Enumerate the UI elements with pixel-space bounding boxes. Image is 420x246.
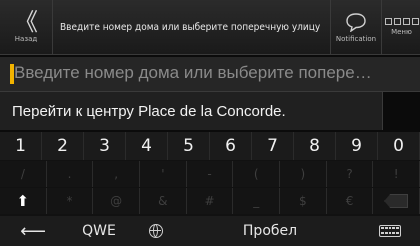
- globe-icon: [149, 224, 163, 238]
- key-asterisk[interactable]: *: [46, 188, 94, 214]
- cursor-left-key[interactable]: ⟵: [0, 216, 66, 246]
- key-7[interactable]: 7: [252, 132, 294, 160]
- language-key[interactable]: [132, 216, 180, 246]
- key-ampersand[interactable]: &: [140, 188, 187, 214]
- key-2[interactable]: 2: [42, 132, 84, 160]
- speech-bubble-icon: [346, 12, 366, 32]
- key-euro[interactable]: €: [326, 188, 374, 214]
- back-label: Назад: [14, 34, 38, 43]
- house-number-input[interactable]: Введите номер дома или выберите попере…: [0, 57, 420, 92]
- page-title: Введите номер дома или выберите поперечн…: [60, 21, 321, 33]
- notification-label: Notification: [335, 34, 377, 43]
- key-close-paren[interactable]: ): [280, 161, 327, 187]
- key-3[interactable]: 3: [84, 132, 126, 160]
- input-placeholder: Введите номер дома или выберите попере…: [14, 63, 372, 82]
- menu-grid-icon: [384, 18, 419, 25]
- key-apostrophe[interactable]: ': [140, 161, 187, 187]
- symbol-row-2: ⬆ * @ & # _ $ €: [0, 188, 420, 214]
- suggestion-text: Перейти к центру Place de la Concorde.: [12, 102, 286, 120]
- key-8[interactable]: 8: [294, 132, 336, 160]
- space-key[interactable]: Пробел: [180, 216, 360, 246]
- keyboard-icon: [379, 225, 401, 237]
- key-0[interactable]: 0: [378, 132, 420, 160]
- key-hash[interactable]: #: [186, 188, 234, 214]
- bottom-row: ⟵ QWE Пробел: [0, 216, 420, 246]
- key-1[interactable]: 1: [0, 132, 42, 160]
- address-entry-screen: 《 Назад Введите номер дома или выберите …: [0, 0, 420, 246]
- key-dollar[interactable]: $: [280, 188, 327, 214]
- key-6[interactable]: 6: [210, 132, 252, 160]
- key-9[interactable]: 9: [336, 132, 378, 160]
- backspace-icon: [384, 194, 409, 208]
- menu-button[interactable]: Меню: [381, 0, 420, 54]
- hide-keyboard-key[interactable]: [360, 216, 420, 246]
- back-button[interactable]: 《 Назад: [0, 0, 53, 54]
- header-bar: 《 Назад Введите номер дома или выберите …: [0, 0, 420, 55]
- menu-label: Меню: [391, 28, 412, 36]
- backspace-key[interactable]: [373, 188, 420, 214]
- notification-button[interactable]: Notification: [330, 0, 381, 54]
- key-hyphen[interactable]: -: [186, 161, 234, 187]
- key-5[interactable]: 5: [168, 132, 210, 160]
- on-screen-keyboard: 1 2 3 4 5 6 7 8 9 0 / . , ' - ( ) ? ! ⬆ …: [0, 132, 420, 246]
- suggestion-item[interactable]: Перейти к центру Place de la Concorde.: [0, 92, 383, 130]
- key-4[interactable]: 4: [126, 132, 168, 160]
- left-arrow-icon: ⟵: [20, 220, 46, 242]
- key-slash[interactable]: /: [0, 161, 47, 187]
- key-period[interactable]: .: [46, 161, 94, 187]
- key-underscore[interactable]: _: [233, 188, 281, 214]
- key-exclamation[interactable]: !: [373, 161, 420, 187]
- key-open-paren[interactable]: (: [233, 161, 281, 187]
- layout-qwe-key[interactable]: QWE: [66, 216, 132, 246]
- key-at[interactable]: @: [93, 188, 141, 214]
- symbol-row: / . , ' - ( ) ? !: [0, 161, 420, 187]
- key-comma[interactable]: ,: [93, 161, 141, 187]
- digit-row: 1 2 3 4 5 6 7 8 9 0: [0, 132, 420, 160]
- shift-key[interactable]: ⬆: [0, 188, 47, 214]
- key-question[interactable]: ?: [326, 161, 374, 187]
- back-chevron-icon: 《: [14, 7, 38, 36]
